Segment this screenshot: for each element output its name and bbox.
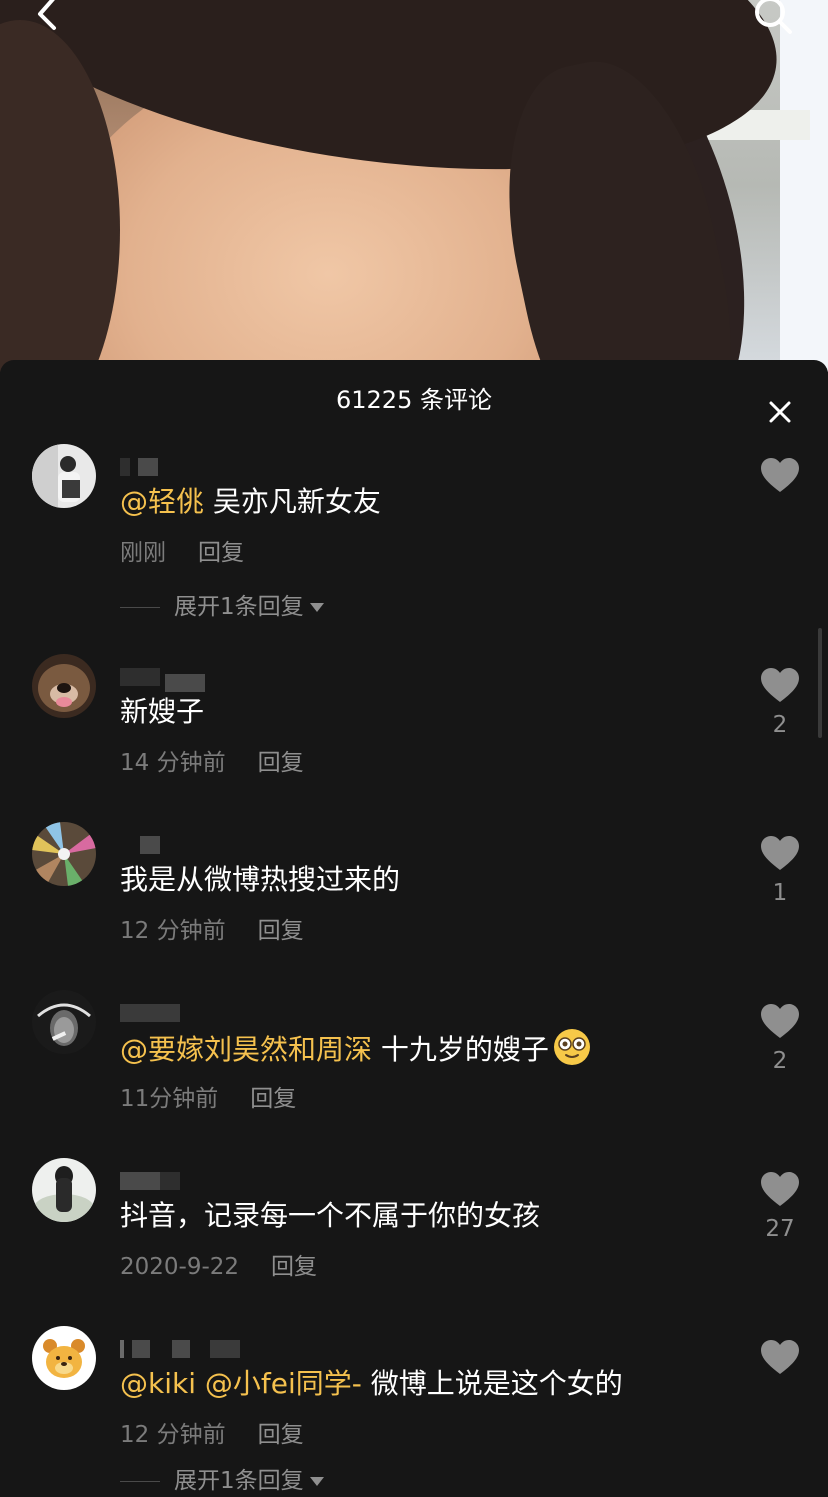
comment-sheet: 61225 条评论 @轻佻 吴亦凡新女友 刚刚 回复 展开1条回复 新嫂子 14… [0,360,828,1497]
username[interactable] [120,458,280,478]
sheet-header: 61225 条评论 [0,360,828,440]
comment-meta: 14 分钟前 回复 [120,748,304,778]
comment-text: @kiki @小fei同学- 微博上说是这个女的 [120,1364,623,1404]
comment-count-title: 61225 条评论 [336,386,492,414]
comment-body: 抖音，记录每一个不属于你的女孩 [120,1199,541,1232]
comment-item: 新嫂子 14 分钟前 回复 2 [0,654,828,814]
username[interactable] [120,1340,280,1360]
dazed-emoji-icon [553,1028,591,1066]
comment-time: 11分钟前 [120,1086,219,1112]
reply-button[interactable]: 回复 [258,750,304,776]
mention-link[interactable]: @轻佻 [120,485,204,518]
comment-item: @要嫁刘昊然和周深 十九岁的嫂子 11分钟前 回复 2 [0,990,828,1150]
comment-meta: 12 分钟前 回复 [120,916,304,946]
avatar[interactable] [32,444,96,508]
like-count: 27 [765,1216,795,1242]
expand-replies-button[interactable]: 展开1条回复 [120,1466,324,1496]
comment-body: 吴亦凡新女友 [204,485,381,518]
reply-button[interactable]: 回复 [258,918,304,944]
reply-button[interactable]: 回复 [258,1422,304,1448]
like-count: 1 [772,880,788,906]
comment-time: 12 分钟前 [120,1422,226,1448]
comment-time: 刚刚 [120,540,166,566]
like-button[interactable]: 27 [756,1172,804,1244]
mention-link[interactable]: @要嫁刘昊然和周深 [120,1033,372,1066]
search-icon[interactable] [748,0,796,40]
like-button[interactable] [756,1340,804,1380]
comment-item: @kiki @小fei同学- 微博上说是这个女的 12 分钟前 回复 展开1条回复 [0,1326,828,1494]
reply-button[interactable]: 回复 [250,1086,296,1112]
reply-button[interactable]: 回复 [271,1254,317,1280]
comment-body: 我是从微博热搜过来的 [120,863,401,896]
like-button[interactable] [756,458,804,498]
comment-text: @轻佻 吴亦凡新女友 [120,482,381,522]
heart-icon [761,1004,799,1038]
heart-icon [761,668,799,702]
avatar[interactable] [32,1326,96,1390]
avatar[interactable] [32,1158,96,1222]
avatar[interactable] [32,990,96,1054]
comment-body: 微博上说是这个女的 [361,1367,623,1400]
heart-icon [761,458,799,492]
like-button[interactable]: 2 [756,668,804,740]
avatar[interactable] [32,822,96,886]
comment-item: @轻佻 吴亦凡新女友 刚刚 回复 展开1条回复 [0,444,828,620]
comment-time: 2020-9-22 [120,1254,240,1280]
avatar[interactable] [32,654,96,718]
comment-text: 新嫂子 [120,692,204,732]
comment-meta: 刚刚 回复 [120,538,244,568]
comment-meta: 11分钟前 回复 [120,1084,296,1114]
comment-time: 12 分钟前 [120,918,226,944]
chevron-left-icon[interactable] [24,0,72,40]
like-count: 2 [772,1048,788,1074]
comment-meta: 2020-9-22 回复 [120,1252,317,1282]
like-button[interactable]: 1 [756,836,804,908]
caret-down-icon [309,603,324,612]
username[interactable] [120,1172,280,1192]
video-background [0,0,828,372]
comment-body: 十九岁的嫂子 [372,1033,549,1066]
username[interactable] [120,836,280,856]
comment-item: 我是从微博热搜过来的 12 分钟前 回复 1 [0,822,828,982]
heart-icon [761,1172,799,1206]
expand-replies-label: 展开1条回复 [174,594,304,620]
comment-body: 新嫂子 [120,695,205,728]
comment-text: 我是从微博热搜过来的 [120,860,400,900]
close-icon[interactable] [762,382,798,423]
mention-link[interactable]: @kiki @小fei同学- [120,1367,362,1400]
username[interactable] [120,1004,280,1024]
expand-replies-button[interactable]: 展开1条回复 [120,592,324,622]
comment-text: @要嫁刘昊然和周深 十九岁的嫂子 [120,1028,591,1070]
expand-replies-label: 展开1条回复 [174,1468,304,1494]
heart-icon [761,1340,799,1374]
caret-down-icon [309,1477,324,1486]
like-count: 2 [772,712,788,738]
like-button[interactable]: 2 [756,1004,804,1076]
comment-time: 14 分钟前 [120,750,226,776]
comment-meta: 12 分钟前 回复 [120,1420,304,1450]
reply-button[interactable]: 回复 [198,540,244,566]
comment-item: 抖音，记录每一个不属于你的女孩 2020-9-22 回复 27 [0,1158,828,1318]
username[interactable] [120,668,280,692]
heart-icon [761,836,799,870]
comment-text: 抖音，记录每一个不属于你的女孩 [120,1196,540,1236]
